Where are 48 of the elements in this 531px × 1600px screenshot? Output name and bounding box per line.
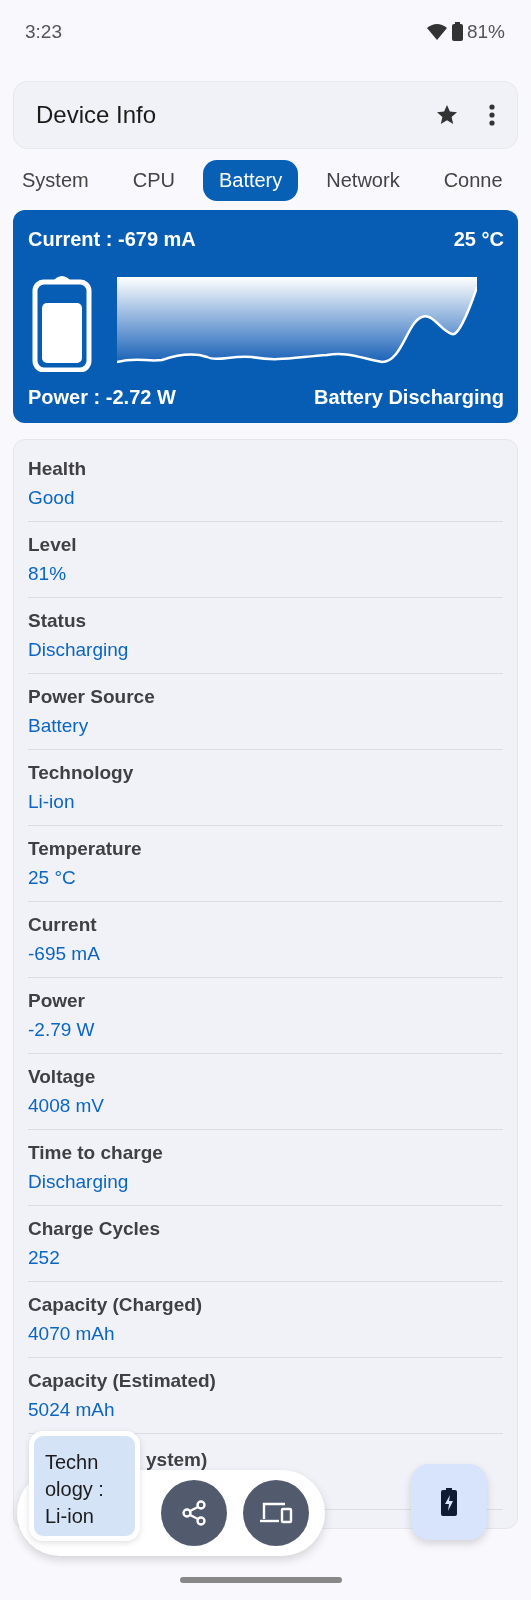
star-icon[interactable] — [435, 103, 459, 127]
devices-icon — [259, 1500, 293, 1526]
detail-value: Discharging — [28, 639, 130, 661]
detail-label: ystem) — [146, 1449, 208, 1471]
battery-charging-icon — [441, 1488, 457, 1516]
detail-value: Good — [28, 487, 76, 509]
tab[interactable]: Conne — [427, 160, 519, 201]
detail-label: Time to charge — [28, 1142, 163, 1164]
power-reading: Power : -2.72 W — [28, 386, 176, 409]
battery-icon — [451, 22, 463, 41]
tab[interactable]: System — [6, 160, 105, 201]
tab[interactable]: CPU — [116, 160, 191, 201]
detail-value: Li-ion — [28, 791, 76, 813]
detail-label: Technology — [28, 762, 134, 784]
detail-value: Discharging — [28, 1171, 130, 1193]
detail-value: -695 mA — [28, 943, 101, 965]
detail-label: Capacity (Estimated) — [28, 1370, 216, 1392]
current-reading: Current : -679 mA — [28, 228, 196, 251]
detail-label: Capacity (Charged) — [28, 1294, 203, 1316]
detail-value: -2.79 W — [28, 1019, 96, 1041]
wifi-icon — [425, 22, 448, 41]
detail-label: Status — [28, 610, 87, 632]
detail-value: 4008 mV — [28, 1095, 106, 1117]
detail-value: 4070 mAh — [28, 1323, 116, 1345]
battery-percent: 81% — [466, 20, 505, 43]
detail-label: Health — [28, 458, 87, 480]
detail-value: 5024 mAh — [28, 1399, 116, 1421]
tab[interactable]: Battery — [202, 160, 299, 201]
detail-value: 81% — [28, 563, 68, 585]
temperature-reading: 25 °C — [453, 228, 504, 251]
charging-status: Battery Discharging — [313, 386, 504, 409]
detail-label: Charge Cycles — [28, 1218, 160, 1240]
detail-label: Power — [28, 990, 86, 1012]
devices-button[interactable] — [243, 1480, 309, 1546]
detail-value: 252 — [28, 1247, 61, 1269]
status-time: 3:23 — [25, 20, 62, 43]
detail-label: Voltage — [28, 1066, 96, 1088]
detail-value: Battery — [28, 715, 90, 737]
detail-label: Temperature — [28, 838, 142, 860]
share-icon — [180, 1499, 208, 1527]
detail-label: Current — [28, 914, 97, 936]
tab[interactable]: Network — [310, 160, 416, 201]
detail-label: Level — [28, 534, 77, 556]
more-icon[interactable] — [489, 104, 495, 126]
detail-label: Power Source — [28, 686, 155, 708]
detail-value: 25 °C — [28, 867, 77, 889]
app-title: Device Info — [36, 101, 158, 129]
battery-fab[interactable] — [411, 1464, 487, 1540]
